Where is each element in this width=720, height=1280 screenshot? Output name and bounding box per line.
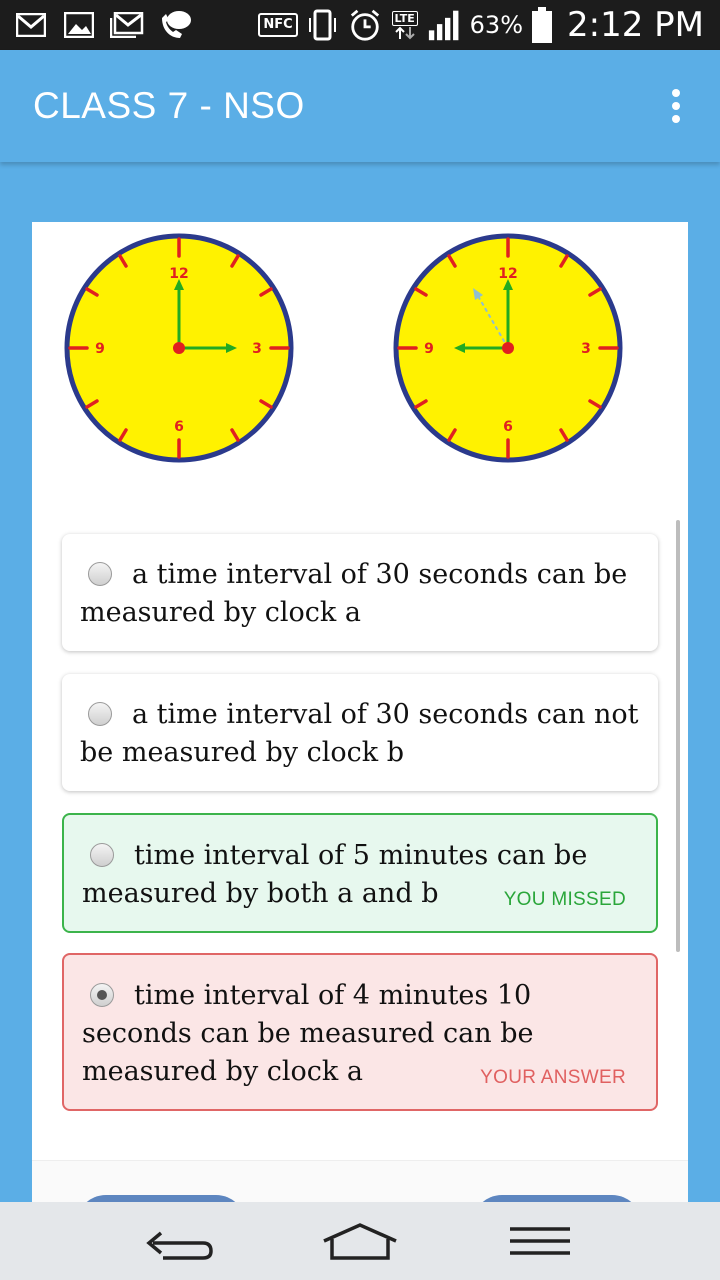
clock-b-number-3: 3 bbox=[581, 341, 591, 357]
radio-button-selected[interactable] bbox=[90, 983, 114, 1007]
navigation-bar bbox=[0, 1202, 720, 1280]
clock-a-number-3: 3 bbox=[252, 341, 262, 357]
option-1-text: a time interval of 30 seconds can be mea… bbox=[80, 559, 628, 628]
battery-percent: 63% bbox=[469, 11, 523, 39]
question-card: 12 3 6 9 ‿ 12 3 6 9 a time interval of 3… bbox=[32, 222, 688, 1202]
gallery-icon bbox=[62, 10, 96, 40]
battery-icon bbox=[531, 7, 553, 43]
question-figure: 12 3 6 9 ‿ 12 3 6 9 bbox=[64, 233, 623, 484]
option-2-text: a time interval of 30 seconds can not be… bbox=[80, 699, 639, 768]
option-1[interactable]: a time interval of 30 seconds can be mea… bbox=[62, 534, 658, 651]
signal-icon bbox=[428, 10, 462, 41]
you-missed-label: YOU MISSED bbox=[503, 889, 626, 910]
lte-icon: LTE bbox=[390, 10, 420, 40]
nfc-icon: NFC bbox=[258, 13, 298, 37]
clock-a: 12 3 6 9 ‿ bbox=[64, 233, 294, 484]
option-2[interactable]: a time interval of 30 seconds can not be… bbox=[62, 674, 658, 791]
card-footer bbox=[32, 1160, 688, 1202]
menu-icon[interactable] bbox=[500, 1216, 580, 1266]
scrollbar[interactable] bbox=[676, 520, 680, 952]
alarm-icon bbox=[348, 9, 382, 41]
clock-b-number-9: 9 bbox=[424, 341, 434, 357]
previous-button[interactable] bbox=[76, 1195, 246, 1202]
status-bar: NFC LTE 63% 2:12 PM bbox=[0, 0, 720, 50]
gmail-icon bbox=[14, 10, 48, 40]
clock-b-number-6: 6 bbox=[503, 419, 513, 435]
svg-text:‿: ‿ bbox=[172, 473, 185, 484]
radio-button[interactable] bbox=[90, 843, 114, 867]
overflow-menu-icon[interactable] bbox=[656, 76, 696, 136]
clock-b: 12 3 6 9 bbox=[393, 233, 623, 463]
vibrate-icon bbox=[306, 9, 340, 41]
hangouts-icon bbox=[158, 10, 192, 40]
app-title: CLASS 7 - NSO bbox=[33, 85, 305, 126]
option-4[interactable]: time interval of 4 minutes 10 seconds ca… bbox=[62, 953, 658, 1111]
clock-a-number-6: 6 bbox=[174, 419, 184, 435]
your-answer-label: YOUR ANSWER bbox=[480, 1067, 626, 1088]
home-icon[interactable] bbox=[320, 1216, 400, 1266]
next-button[interactable] bbox=[472, 1195, 642, 1202]
radio-button[interactable] bbox=[88, 562, 112, 586]
radio-button[interactable] bbox=[88, 702, 112, 726]
option-3[interactable]: time interval of 5 minutes can be measur… bbox=[62, 813, 658, 933]
status-time: 2:12 PM bbox=[567, 5, 704, 45]
clock-a-number-9: 9 bbox=[95, 341, 105, 357]
gmail-icon bbox=[110, 10, 144, 40]
app-bar: CLASS 7 - NSO bbox=[0, 50, 720, 162]
option-4-text: time interval of 4 minutes 10 seconds ca… bbox=[82, 980, 534, 1087]
back-icon[interactable] bbox=[140, 1216, 220, 1266]
